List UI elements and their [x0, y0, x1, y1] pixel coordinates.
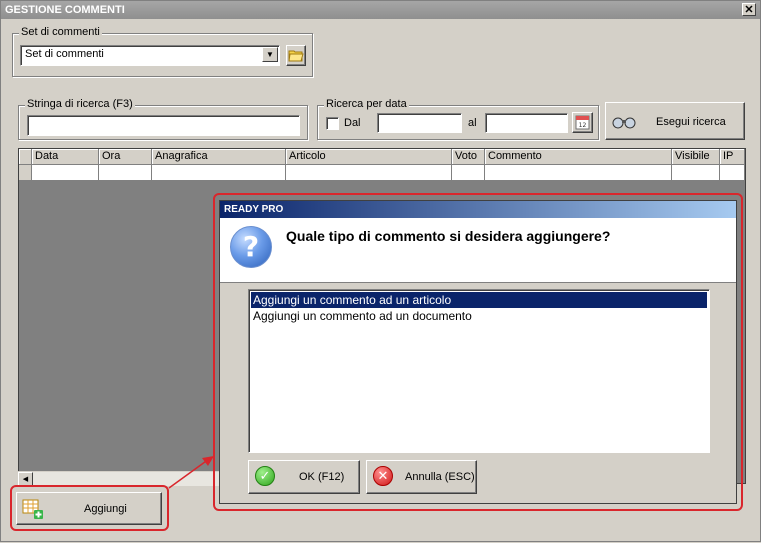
- dal-checkbox[interactable]: [326, 117, 339, 130]
- table-cell[interactable]: [720, 165, 745, 181]
- date-to-input[interactable]: [485, 113, 568, 133]
- main-window: GESTIONE COMMENTI ✕ Set di commenti Set …: [0, 0, 761, 542]
- binoculars-icon: [612, 117, 636, 129]
- date-from-input[interactable]: [377, 113, 462, 133]
- table-cell[interactable]: [99, 165, 152, 181]
- cancel-button-label: Annulla (ESC): [405, 471, 475, 483]
- table-cell[interactable]: [152, 165, 286, 181]
- svg-text:12: 12: [579, 122, 587, 129]
- search-input[interactable]: [27, 115, 300, 136]
- table-cell[interactable]: [32, 165, 99, 181]
- ok-check-icon: ✓: [255, 466, 275, 486]
- search-group-label: Stringa di ricerca (F3): [25, 98, 135, 110]
- col-header-commento[interactable]: Commento: [485, 149, 672, 165]
- dal-label: Dal: [344, 117, 361, 129]
- add-button[interactable]: Aggiungi: [16, 492, 162, 525]
- row-indicator: [19, 165, 32, 181]
- search-group: Stringa di ricerca (F3): [18, 98, 308, 140]
- add-grid-icon: [22, 499, 43, 519]
- dialog-title: READY PRO: [220, 201, 736, 218]
- table-cell[interactable]: [452, 165, 485, 181]
- col-header-ora[interactable]: Ora: [99, 149, 152, 165]
- col-header-visibile[interactable]: Visibile: [672, 149, 720, 165]
- window-title: GESTIONE COMMENTI: [5, 4, 125, 16]
- comment-type-list[interactable]: Aggiungi un commento ad un articolo Aggi…: [248, 289, 710, 453]
- dialog-header: ? Quale tipo di commento si desidera agg…: [220, 218, 736, 283]
- col-header-ip[interactable]: IP: [720, 149, 745, 165]
- col-header-anagrafica[interactable]: Anagrafica: [152, 149, 286, 165]
- comment-type-dialog: READY PRO ? Quale tipo di commento si de…: [219, 200, 737, 504]
- dialog-question: Quale tipo di commento si desidera aggiu…: [286, 228, 611, 244]
- list-item[interactable]: Aggiungi un commento ad un articolo: [251, 292, 707, 308]
- calendar-icon: 12: [575, 115, 590, 130]
- question-icon: ?: [230, 226, 272, 268]
- col-header-data[interactable]: Data: [32, 149, 99, 165]
- set-group: Set di commenti Set di commenti ▼: [12, 26, 313, 77]
- al-label: al: [468, 117, 477, 129]
- folder-icon: [288, 50, 304, 62]
- set-combobox-value: Set di commenti: [25, 48, 104, 60]
- ok-button[interactable]: ✓ OK (F12): [248, 460, 360, 494]
- cancel-x-icon: ✕: [373, 466, 393, 486]
- date-group-label: Ricerca per data: [324, 98, 409, 110]
- search-button[interactable]: Esegui ricerca: [605, 102, 745, 140]
- dropdown-arrow-icon[interactable]: ▼: [262, 47, 278, 62]
- list-item[interactable]: Aggiungi un commento ad un documento: [251, 308, 707, 324]
- date-group: Ricerca per data Dal al 12: [317, 98, 599, 140]
- table-cell[interactable]: [286, 165, 452, 181]
- ok-button-label: OK (F12): [299, 471, 345, 483]
- col-header-articolo[interactable]: Articolo: [286, 149, 452, 165]
- set-combobox[interactable]: Set di commenti ▼: [20, 45, 280, 66]
- cancel-button[interactable]: ✕ Annulla (ESC): [366, 460, 477, 494]
- grid-corner: [19, 149, 32, 165]
- horizontal-scrollbar[interactable]: ◀: [18, 471, 220, 487]
- calendar-button[interactable]: 12: [572, 112, 593, 133]
- add-button-label: Aggiungi: [84, 503, 127, 515]
- close-icon[interactable]: ✕: [742, 3, 756, 16]
- folder-button[interactable]: [286, 45, 306, 66]
- table-row[interactable]: [19, 165, 745, 181]
- table-cell[interactable]: [485, 165, 672, 181]
- window-titlebar: GESTIONE COMMENTI ✕: [1, 1, 760, 19]
- grid-header: Data Ora Anagrafica Articolo Voto Commen…: [19, 149, 745, 165]
- search-button-label: Esegui ricerca: [656, 116, 726, 128]
- set-group-label: Set di commenti: [19, 26, 102, 38]
- table-cell[interactable]: [672, 165, 720, 181]
- col-header-voto[interactable]: Voto: [452, 149, 485, 165]
